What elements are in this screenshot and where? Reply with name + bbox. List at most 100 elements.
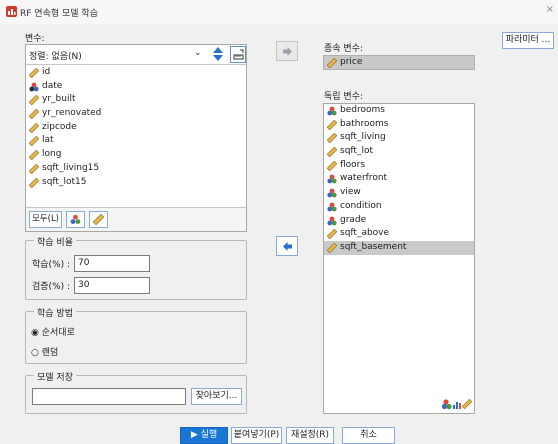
independent-variable-name: sqft_above (340, 228, 390, 239)
filter-scale-button[interactable] (89, 211, 108, 228)
variable-name: sqft_lot15 (42, 176, 87, 187)
measure-legend-icon (442, 398, 472, 410)
arrow-left-icon (283, 242, 292, 251)
app-icon (6, 6, 17, 17)
independent-list-item[interactable]: waterfront (324, 172, 474, 186)
variable-list-item[interactable]: lat (26, 134, 246, 148)
independent-list-item[interactable]: bathrooms (324, 118, 474, 132)
date-icon (29, 82, 39, 92)
variable-name: yr_built (42, 94, 76, 105)
validate-percent-input[interactable]: 30 (74, 277, 150, 294)
independent-list-item[interactable]: bedrooms (324, 104, 474, 118)
independent-variable-name: sqft_basement (340, 241, 407, 252)
scale-icon (29, 150, 39, 161)
radio-random-label: 랜덤 (41, 348, 59, 358)
move-from-independent-button[interactable] (276, 236, 298, 256)
independent-variable-name: bathrooms (340, 118, 389, 129)
train-percent-input[interactable]: 70 (74, 255, 150, 272)
arrow-right-icon (283, 47, 292, 56)
train-ratio-title: 학습 비율 (34, 235, 76, 248)
train-method-group: 학습 방법 ◉ 순서대로 ○ 랜덤 (25, 306, 247, 364)
variable-list-item[interactable]: date (26, 80, 246, 94)
run-label: 실행 (200, 430, 218, 440)
nominal-icon (327, 216, 337, 225)
scale-icon (327, 147, 337, 158)
variable-list-item[interactable]: long (26, 148, 246, 162)
nominal-icon (327, 188, 337, 198)
independent-variable-name: floors (340, 159, 366, 170)
scale-icon (29, 109, 39, 120)
sort-up-down-icon[interactable] (212, 46, 224, 62)
variable-list-item[interactable]: id (26, 66, 246, 80)
filter-all-button[interactable]: 모두(L) (29, 211, 62, 228)
independent-list-item[interactable]: sqft_above (324, 227, 474, 241)
model-save-title: 모델 저장 (34, 370, 76, 383)
scale-icon (327, 133, 337, 144)
variable-list-item[interactable]: sqft_lot15 (26, 176, 246, 190)
independent-list-item[interactable]: sqft_lot (324, 145, 474, 159)
measure-sort-button[interactable] (230, 46, 246, 63)
variable-name: yr_renovated (42, 108, 102, 119)
chevron-down-icon[interactable]: ⌄ (194, 48, 202, 58)
filter-nominal-button[interactable] (66, 211, 85, 228)
scale-icon (327, 58, 337, 68)
scale-icon (29, 177, 39, 188)
variable-list-item[interactable]: yr_built (26, 93, 246, 107)
train-method-title: 학습 방법 (34, 306, 76, 319)
scale-icon (327, 119, 337, 130)
independent-items: bedrooms bathrooms sqft_living sqft_lot floo… (324, 104, 474, 255)
variable-list-item[interactable]: yr_renovated (26, 107, 246, 121)
independent-list-item[interactable]: view (324, 186, 474, 200)
independent-list-item[interactable]: grade (324, 214, 474, 228)
browse-button[interactable]: 찾아보기... (191, 388, 242, 405)
variable-name: lat (42, 135, 54, 146)
dependent-label: 종속 변수: (324, 44, 364, 54)
radio-sequential[interactable]: ◉ 순서대로 (31, 325, 75, 338)
title-bar: RF 연속형 모델 학습 × (0, 0, 558, 24)
parameters-button[interactable]: 파라미터 ... (502, 32, 554, 49)
sort-label: 정렬: 없음(N) (29, 52, 82, 62)
variables-label: 변수: (25, 34, 45, 44)
scale-icon (29, 95, 39, 106)
independent-list-item[interactable]: sqft_living (324, 131, 474, 145)
model-path-input[interactable] (32, 388, 186, 405)
variable-list-panel: 정렬: 없음(N) ⌄ id date yr_built yr_renovatedzi… (25, 44, 247, 232)
independent-label: 독립 변수: (324, 92, 364, 102)
cancel-button[interactable]: 취소 (342, 427, 395, 444)
scale-icon (327, 160, 337, 171)
scale-icon (29, 68, 39, 78)
scale-icon (327, 229, 337, 240)
variable-name: date (42, 80, 63, 91)
radio-sequential-label: 순서대로 (41, 328, 75, 338)
close-icon[interactable]: × (546, 4, 554, 15)
ruler-icon (93, 214, 104, 225)
train-ratio-group: 학습 비율 학습(%) : 70 검증(%) : 30 (25, 235, 247, 300)
scale-icon (29, 136, 39, 147)
variable-name: zipcode (42, 121, 77, 132)
variable-name: id (42, 67, 51, 77)
source-variable-list[interactable]: id date yr_built yr_renovatedzipcode lat long… (26, 66, 246, 189)
independent-list-item[interactable]: sqft_basement (324, 240, 474, 255)
paste-button[interactable]: 붙여넣기(P) (231, 427, 282, 444)
independent-list-item[interactable]: condition (324, 200, 474, 214)
scale-icon (29, 163, 39, 174)
train-percent-label: 학습(%) : (32, 260, 71, 270)
model-save-group: 모델 저장 찾아보기... (25, 370, 247, 414)
ruler-icon (233, 49, 244, 60)
play-icon: ▶ (190, 430, 198, 440)
move-to-dependent-button[interactable] (276, 41, 298, 61)
radio-sequential-mark: ◉ (31, 328, 39, 338)
independent-list-item[interactable]: floors (324, 159, 474, 173)
sort-dropdown[interactable]: 정렬: 없음(N) ⌄ (26, 45, 246, 65)
independent-variable-list[interactable]: bedrooms bathrooms sqft_living sqft_lot floo… (323, 103, 475, 414)
nominal-icon (327, 202, 337, 212)
window-title: RF 연속형 모델 학습 (20, 9, 98, 19)
reset-button[interactable]: 재설정(R) (286, 427, 334, 444)
variable-list-item[interactable]: zipcode (26, 121, 246, 135)
run-button[interactable]: ▶ 실행 (180, 427, 228, 444)
dependent-variable-box[interactable]: price (323, 55, 475, 70)
variable-list-item[interactable]: sqft_living15 (26, 162, 246, 176)
variable-name: long (42, 149, 62, 160)
independent-variable-name: grade (340, 214, 367, 225)
radio-random[interactable]: ○ 랜덤 (31, 345, 58, 358)
